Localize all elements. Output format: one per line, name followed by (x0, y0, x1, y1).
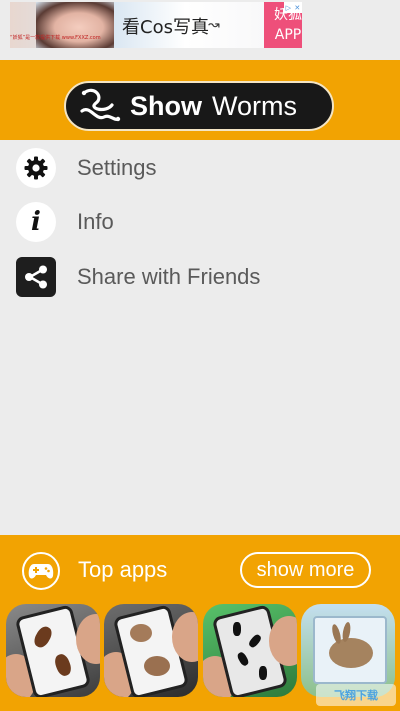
mouse-icon (144, 656, 170, 676)
app-thumbnail-cockroach[interactable] (6, 604, 100, 697)
gamepad-icon (22, 552, 60, 590)
gear-icon (16, 148, 56, 188)
show-more-button[interactable]: show more (240, 552, 371, 588)
ad-small-text: “妖狐”是一款提供下载 www.FXXZ.com (10, 35, 101, 41)
ad-portrait (36, 2, 114, 48)
top-apps-title: Top apps (78, 557, 168, 582)
share-icon (16, 257, 56, 297)
menu-item-label: Share with Friends (77, 264, 261, 289)
show-worms-label: Worms (212, 90, 297, 121)
menu-item-settings[interactable]: Settings (16, 147, 376, 189)
ad-strip: “妖狐”是一款提供下载 www.FXXZ.com 看Cos写真 ↝ 妖狐 APP… (0, 0, 400, 54)
ant-icon (259, 666, 267, 680)
watermark: 飞翔下载 (316, 684, 396, 706)
ad-app-line2: APP (274, 27, 302, 43)
menu-item-info[interactable]: i Info (16, 201, 376, 243)
mouse-icon (130, 624, 152, 642)
info-icon: i (16, 202, 56, 242)
menu-item-label: Info (77, 209, 114, 234)
menu-item-label: Settings (77, 155, 157, 180)
ad-banner[interactable]: “妖狐”是一款提供下载 www.FXXZ.com 看Cos写真 ↝ 妖狐 APP… (10, 2, 302, 48)
ant-icon (233, 622, 241, 636)
ad-choices-icon[interactable]: ▷ ✕ (284, 2, 302, 13)
ad-arrow-icon: ↝ (208, 16, 220, 32)
worm-icon (80, 88, 121, 122)
app-thumbnail-ants[interactable] (203, 604, 297, 697)
app-thumbnail-mouse[interactable] (104, 604, 198, 697)
menu-item-share[interactable]: Share with Friends (16, 256, 376, 298)
ad-text: 看Cos写真 (122, 17, 209, 38)
show-worms-button[interactable]: Show Worms (64, 81, 334, 131)
show-worms-label-bold: Show (130, 90, 202, 121)
